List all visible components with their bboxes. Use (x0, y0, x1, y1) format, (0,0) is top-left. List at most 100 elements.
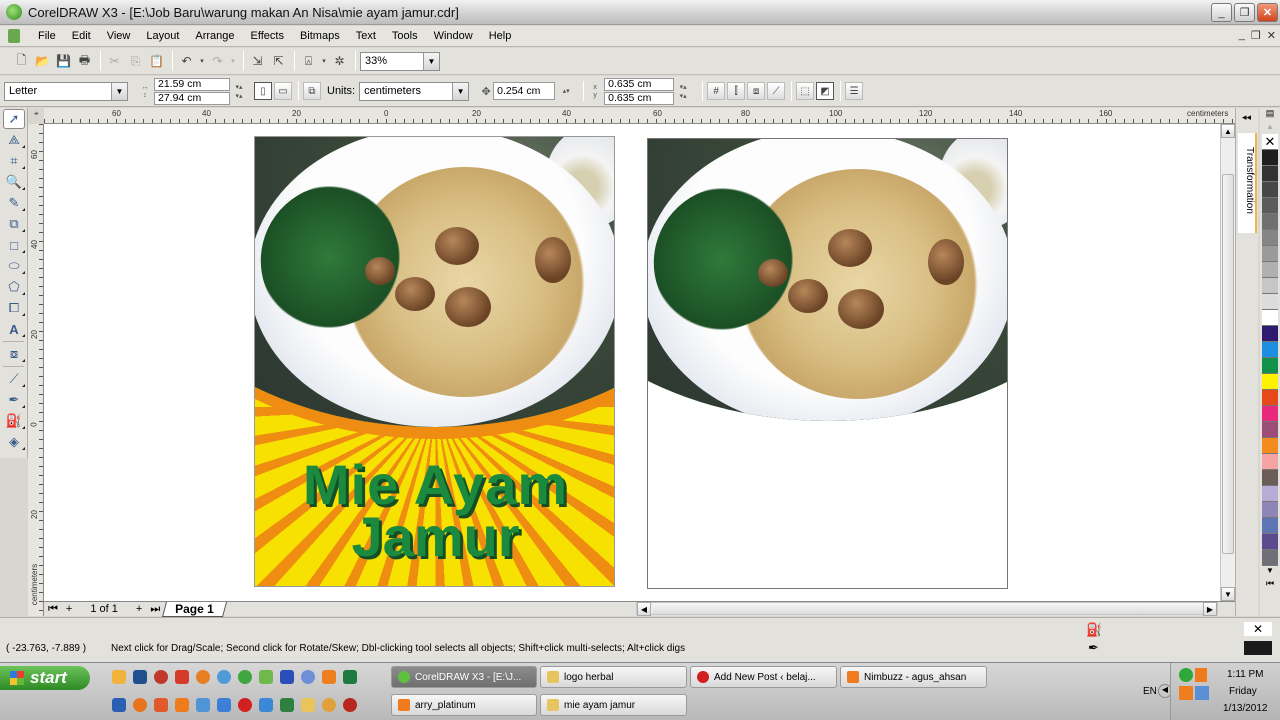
color-swatch[interactable] (1262, 438, 1278, 454)
scroll-up-button[interactable]: ▲ (1221, 124, 1235, 138)
collapse-docker-icon[interactable]: ◂◂ (1242, 112, 1251, 123)
launcher-dropdown-icon[interactable]: ▾ (320, 52, 328, 71)
ellipse-tool-icon[interactable]: ⬭ (3, 256, 25, 276)
menu-file[interactable]: File (30, 30, 64, 42)
units-select[interactable]: centimeters ▼ (359, 81, 470, 101)
chevron-down-icon[interactable]: ▼ (423, 52, 439, 70)
corel-capture-icon[interactable] (217, 670, 231, 684)
transformation-docker-tab[interactable]: Transformation (1238, 133, 1257, 233)
zoom-tool-icon[interactable]: 🔍 (3, 172, 25, 192)
options-button[interactable]: ☰ (845, 82, 864, 100)
photoshop-icon[interactable] (133, 670, 147, 684)
language-indicator[interactable]: EN (1143, 686, 1157, 697)
home-icon[interactable] (154, 698, 168, 712)
eyedropper-tool-icon[interactable]: ⟋ (3, 369, 25, 389)
width-spinner[interactable]: ▾▴ (232, 83, 246, 91)
firefox-icon[interactable] (133, 698, 147, 712)
color-swatch[interactable] (1262, 198, 1278, 214)
color-swatch[interactable] (1262, 246, 1278, 262)
vertical-scrollbar[interactable]: ▲ ▼ (1220, 124, 1235, 601)
page-width-field[interactable] (154, 77, 230, 91)
color-swatch[interactable] (1262, 486, 1278, 502)
export-icon[interactable]: ⇱ (269, 52, 288, 71)
poster-copy[interactable] (647, 138, 1008, 589)
color-swatch[interactable] (1262, 326, 1278, 342)
network-status-icon[interactable] (1179, 668, 1193, 682)
paste-icon[interactable]: 📋 (147, 52, 166, 71)
minimize-button[interactable]: _ (1211, 3, 1232, 22)
scroll-left-button[interactable]: ◀ (637, 602, 651, 616)
messenger-icon[interactable] (112, 670, 126, 684)
close-button[interactable]: ✕ (1257, 3, 1278, 22)
smart-fill-tool-icon[interactable]: ⧉ (3, 214, 25, 234)
color-swatch[interactable] (1262, 454, 1278, 470)
color-swatch[interactable] (1262, 374, 1278, 390)
interactive-fill-tool-icon[interactable]: ◈ (3, 432, 25, 452)
excel-icon[interactable] (343, 670, 357, 684)
portrait-button[interactable]: ▯ (254, 82, 272, 100)
undo-icon[interactable]: ↶ (177, 52, 196, 71)
basic-shapes-tool-icon[interactable]: ⧠ (3, 298, 25, 318)
chevron-down-icon[interactable]: ▼ (452, 82, 469, 100)
sync-icon[interactable] (280, 670, 294, 684)
color-swatch[interactable] (1262, 518, 1278, 534)
outline-indicator-icon[interactable]: ✒ (1088, 640, 1099, 656)
corel-icon[interactable] (238, 670, 252, 684)
network-connections-icon[interactable] (1195, 686, 1209, 700)
landscape-button[interactable]: ▭ (274, 82, 292, 100)
menu-window[interactable]: Window (426, 30, 481, 42)
color-swatch[interactable] (1262, 550, 1278, 566)
color-swatch[interactable] (1262, 406, 1278, 422)
page-tab[interactable]: Page 1 (162, 601, 227, 617)
nudge-distance-field[interactable] (493, 82, 556, 100)
document-icon[interactable] (8, 29, 20, 43)
color-swatch[interactable] (1262, 182, 1278, 198)
opera-icon[interactable] (238, 698, 252, 712)
color-swatch[interactable] (1262, 342, 1278, 358)
palette-end-icon[interactable]: ⏮ (1260, 578, 1280, 589)
text-tool-icon[interactable]: A (3, 319, 25, 339)
dynamic-guides-button[interactable]: ⟋ (767, 82, 786, 100)
redo-icon[interactable]: ↷ (208, 52, 227, 71)
archive-icon[interactable] (322, 670, 336, 684)
menu-edit[interactable]: Edit (64, 30, 99, 42)
fill-none-swatch[interactable]: ✕ (1244, 622, 1272, 636)
last-page-button[interactable]: ⏭ (150, 603, 160, 616)
copy-icon[interactable]: ⎘ (126, 52, 145, 71)
acrobat-icon[interactable] (175, 670, 189, 684)
task-nimbuzz[interactable]: Nimbuzz - agus_ahsan (840, 666, 987, 688)
scroll-thumb[interactable] (1222, 174, 1234, 554)
color-swatch[interactable] (1262, 262, 1278, 278)
menu-text[interactable]: Text (348, 30, 384, 42)
record-icon[interactable] (343, 698, 357, 712)
duplicate-distance-x-field[interactable] (604, 77, 675, 91)
fill-indicator-icon[interactable]: ⛽ (1086, 622, 1102, 638)
menu-bitmaps[interactable]: Bitmaps (292, 30, 348, 42)
draw-object-mode-button[interactable]: ◩ (816, 82, 835, 100)
color-swatch[interactable] (1262, 278, 1278, 294)
media-icon[interactable] (301, 670, 315, 684)
chevron-down-icon[interactable]: ▼ (111, 82, 127, 100)
application-launcher-icon[interactable]: ⍓ (299, 52, 318, 71)
color-swatch[interactable] (1262, 358, 1278, 374)
nudge-spinner[interactable]: ▴▾ (559, 87, 573, 95)
menu-tools[interactable]: Tools (384, 30, 426, 42)
excel-file-icon[interactable] (280, 698, 294, 712)
menu-layout[interactable]: Layout (138, 30, 187, 42)
doc-restore-button[interactable]: ❐ (1251, 29, 1261, 42)
color-swatch[interactable] (1262, 422, 1278, 438)
all-pages-button[interactable]: ⧉ (303, 82, 321, 100)
menu-effects[interactable]: Effects (243, 30, 292, 42)
welcome-screen-icon[interactable]: ✲ (330, 52, 349, 71)
menu-view[interactable]: View (99, 30, 139, 42)
start-button[interactable]: start (0, 666, 90, 690)
vertical-ruler[interactable]: 60 40 20 0 20 centimeters (28, 124, 44, 616)
first-page-button[interactable]: ⏮ (48, 603, 58, 616)
color-swatch[interactable] (1262, 310, 1278, 326)
ie-icon[interactable] (259, 698, 273, 712)
redo-dropdown-icon[interactable]: ▾ (229, 52, 237, 71)
palette-scroll-down-icon[interactable]: ▼ (1260, 566, 1280, 578)
task-coreldraw[interactable]: CorelDRAW X3 - [E:\J... (391, 666, 537, 688)
word-icon[interactable] (112, 698, 126, 712)
coreldraw-launch-icon[interactable] (154, 670, 168, 684)
